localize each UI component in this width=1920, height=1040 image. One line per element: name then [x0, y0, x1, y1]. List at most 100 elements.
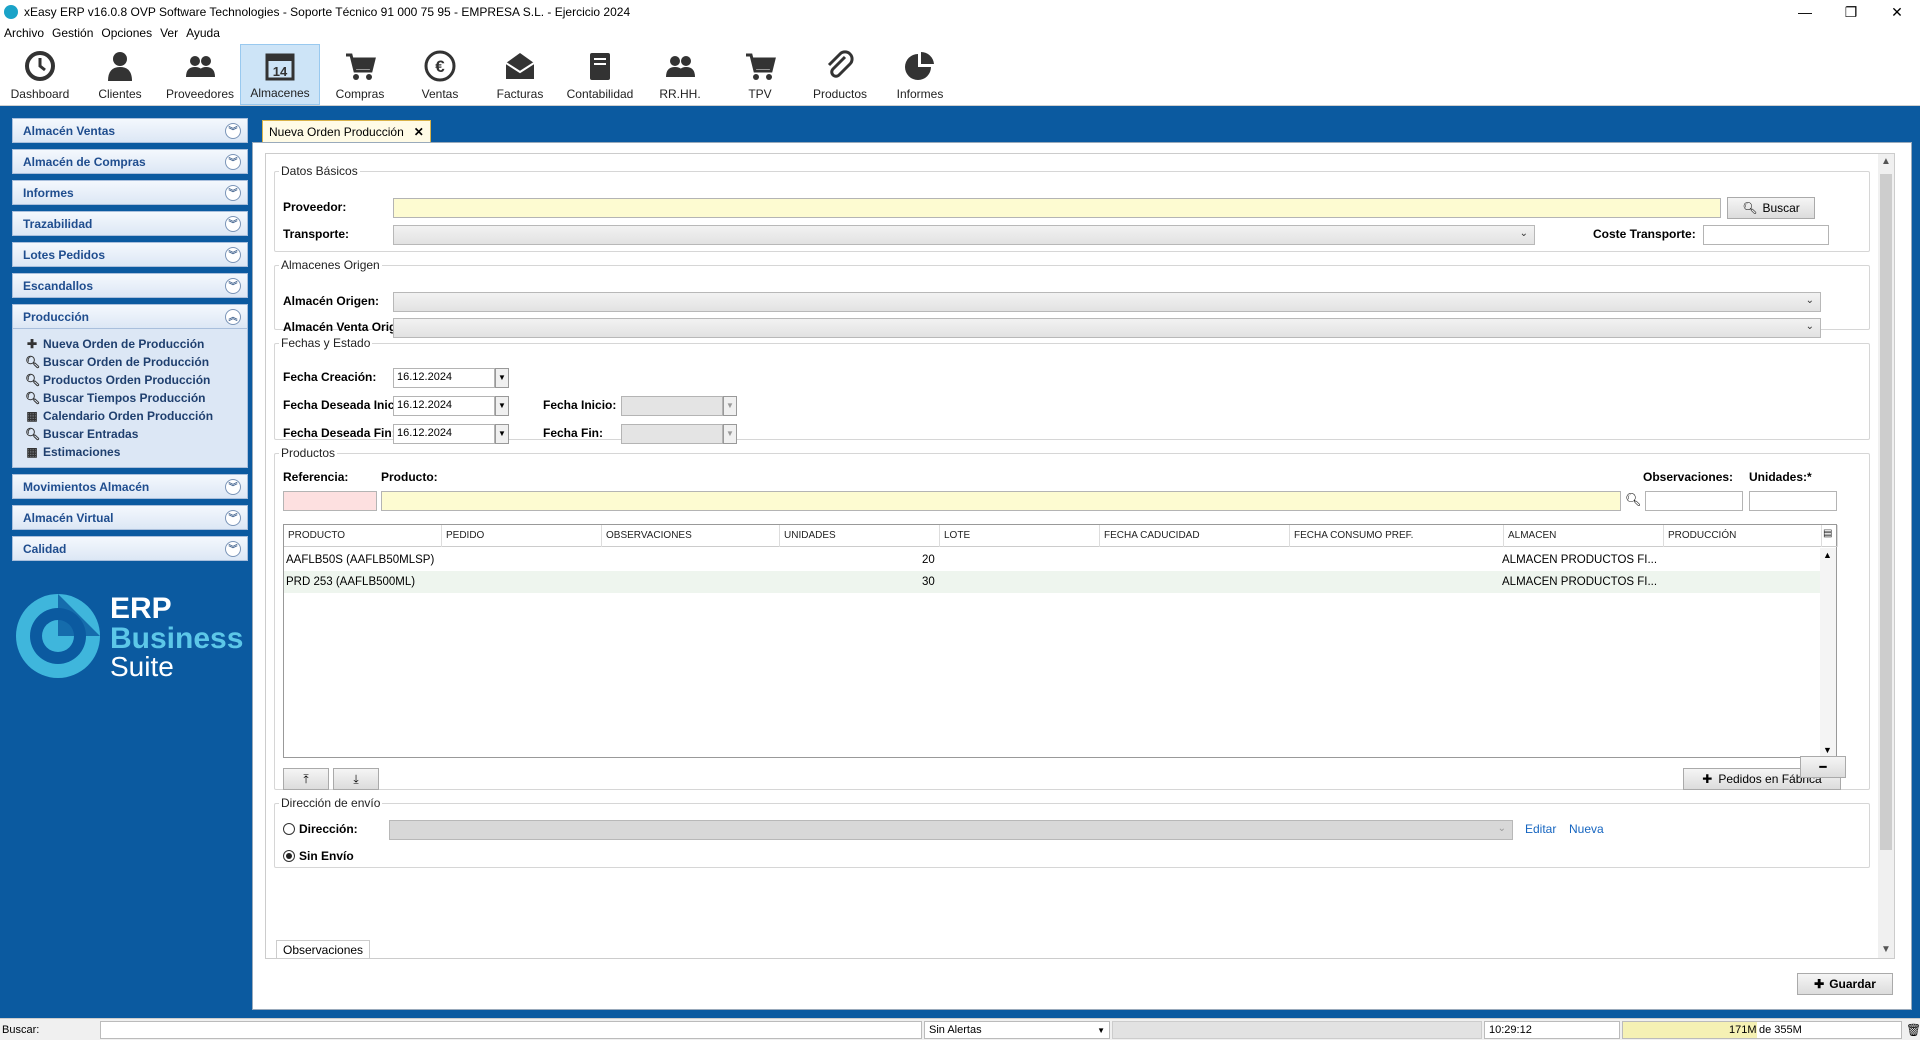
minimize-button[interactable]: —: [1782, 0, 1828, 24]
sidebar-section-almacen-compras[interactable]: Almacén de Compras ︾: [12, 149, 248, 174]
menu-gestion[interactable]: Gestión: [52, 26, 93, 40]
sidebar-section-label: Escandallos: [23, 278, 94, 293]
coste-transporte-input[interactable]: [1703, 225, 1829, 245]
toolbar-tpv[interactable]: TPV: [720, 44, 800, 105]
direccion-select[interactable]: ⌄: [389, 820, 1513, 840]
sidebar-section-label: Informes: [23, 185, 74, 200]
restore-button[interactable]: ❐: [1828, 0, 1874, 24]
producto-input[interactable]: [381, 491, 1621, 511]
scroll-thumb[interactable]: [1880, 174, 1892, 850]
direccion-radio[interactable]: [283, 823, 295, 835]
toolbar-informes[interactable]: Informes: [880, 44, 960, 105]
toolbar-dashboard[interactable]: Dashboard: [0, 44, 80, 105]
group-title: Datos Básicos: [281, 164, 358, 178]
sidebar-section-trazabilidad[interactable]: Trazabilidad ︾: [12, 211, 248, 236]
column-header[interactable]: PEDIDO: [442, 525, 602, 547]
sidebar-item-label: Buscar Tiempos Producción: [43, 391, 206, 405]
sidebar-item-nueva-orden[interactable]: ✚ Nueva Orden de Producción: [25, 335, 247, 353]
sidebar-section-lotes-pedidos[interactable]: Lotes Pedidos ︾: [12, 242, 248, 267]
toolbar-productos[interactable]: Productos: [800, 44, 880, 105]
fecha-fin-input[interactable]: [621, 424, 723, 444]
remove-row-button[interactable]: ━: [1800, 756, 1846, 778]
toolbar-ventas[interactable]: € Ventas: [400, 44, 480, 105]
move-bottom-button[interactable]: ⤓: [333, 768, 379, 790]
sidebar-section-informes[interactable]: Informes ︾: [12, 180, 248, 205]
sidebar-section-escandallos[interactable]: Escandallos ︾: [12, 273, 248, 298]
almacen-venta-origen-select[interactable]: ⌄: [393, 318, 1821, 338]
menu-opciones[interactable]: Opciones: [101, 26, 152, 40]
menu-archivo[interactable]: Archivo: [4, 26, 44, 40]
menu-ayuda[interactable]: Ayuda: [186, 26, 220, 40]
fecha-creacion-input[interactable]: 16.12.2024: [393, 368, 495, 388]
calendar-dropdown-icon[interactable]: ▼: [495, 368, 509, 388]
column-header[interactable]: FECHA CONSUMO PREF.: [1290, 525, 1504, 547]
search-icon[interactable]: 🔍︎: [1625, 492, 1642, 508]
calendar-dropdown-icon[interactable]: ▼: [495, 396, 509, 416]
sin-envio-radio[interactable]: [283, 850, 295, 862]
calendar-dropdown-icon[interactable]: ▼: [495, 424, 509, 444]
table-row[interactable]: PRD 253 (AAFLB500ML) 30 ALMACEN PRODUCTO…: [284, 571, 1820, 593]
tab-nueva-orden[interactable]: Nueva Orden Producción ✕: [262, 120, 431, 142]
sidebar-item-estimaciones[interactable]: ▦ Estimaciones: [25, 443, 247, 461]
column-header[interactable]: ALMACEN: [1504, 525, 1664, 547]
trash-icon[interactable]: 🗑︎: [1906, 1021, 1920, 1039]
sidebar-section-almacen-virtual[interactable]: Almacén Virtual ︾: [12, 505, 248, 530]
status-buscar-input[interactable]: [100, 1021, 922, 1039]
menu-ver[interactable]: Ver: [160, 26, 178, 40]
calendar-dropdown-icon[interactable]: ▼: [723, 424, 737, 444]
toolbar-facturas[interactable]: Facturas: [480, 44, 560, 105]
form-scrollbar[interactable]: ▲ ▼: [1878, 154, 1894, 958]
column-header[interactable]: OBSERVACIONES: [602, 525, 780, 547]
proveedor-input[interactable]: [393, 198, 1721, 218]
unidades-input[interactable]: [1749, 491, 1837, 511]
column-header[interactable]: PRODUCCIÓN: [1664, 525, 1822, 547]
close-button[interactable]: ✕: [1874, 0, 1920, 24]
move-top-button[interactable]: ⤒: [283, 768, 329, 790]
chevron-down-icon[interactable]: ▼: [1878, 942, 1894, 958]
fecha-deseada-inicio-input[interactable]: 16.12.2024: [393, 396, 495, 416]
toolbar-clientes[interactable]: Clientes: [80, 44, 160, 105]
chevron-up-icon[interactable]: ▲: [1823, 550, 1832, 560]
referencia-input[interactable]: [283, 491, 377, 511]
brand-suite-text: Suite: [110, 651, 174, 682]
buscar-button[interactable]: 🔍︎ Buscar: [1727, 197, 1815, 219]
sidebar-section-almacen-ventas[interactable]: Almacén Ventas ︾: [12, 118, 248, 143]
sidebar-item-buscar-tiempos[interactable]: 🔍︎ Buscar Tiempos Producción: [25, 389, 247, 407]
fecha-inicio-input[interactable]: [621, 396, 723, 416]
observaciones-tab[interactable]: Observaciones: [276, 940, 371, 958]
observaciones-input[interactable]: [1645, 491, 1743, 511]
memory-indicator[interactable]: 171M de 355M: [1622, 1021, 1902, 1039]
toolbar-compras[interactable]: Compras: [320, 44, 400, 105]
toolbar-contabilidad[interactable]: Contabilidad: [560, 44, 640, 105]
sidebar-item-calendario[interactable]: ▦ Calendario Orden Producción: [25, 407, 247, 425]
column-header[interactable]: PRODUCTO: [284, 525, 442, 547]
sidebar-section-produccion[interactable]: Producción ︽: [12, 304, 248, 329]
toolbar-proveedores[interactable]: Proveedores: [160, 44, 240, 105]
calendar-dropdown-icon[interactable]: ▼: [723, 396, 737, 416]
close-tab-icon[interactable]: ✕: [414, 125, 424, 139]
sidebar-section-calidad[interactable]: Calidad ︾: [12, 536, 248, 561]
toolbar-almacenes[interactable]: 14 Almacenes: [240, 44, 320, 105]
alertas-select[interactable]: Sin Alertas ▼: [924, 1021, 1110, 1039]
column-header[interactable]: UNIDADES: [780, 525, 940, 547]
column-header[interactable]: LOTE: [940, 525, 1100, 547]
chevron-up-icon[interactable]: ▲: [1878, 154, 1894, 170]
person-icon: [108, 52, 132, 81]
sidebar-item-productos-orden[interactable]: 🔍︎ Productos Orden Producción: [25, 371, 247, 389]
main-toolbar: Dashboard Clientes Proveedores 14 Almace…: [0, 44, 1920, 106]
column-chooser-icon[interactable]: ▤: [1822, 525, 1838, 547]
almacen-origen-select[interactable]: ⌄: [393, 292, 1821, 312]
toolbar-rrhh[interactable]: RR.HH.: [640, 44, 720, 105]
sidebar-item-buscar-orden[interactable]: 🔍︎ Buscar Orden de Producción: [25, 353, 247, 371]
table-scrollbar[interactable]: ▲ ▼: [1820, 548, 1836, 757]
table-row[interactable]: AAFLB50S (AAFLB50MLSP) 20 ALMACEN PRODUC…: [284, 549, 1820, 571]
guardar-button[interactable]: ✚ Guardar: [1797, 973, 1893, 995]
sidebar-section-movimientos[interactable]: Movimientos Almacén ︾: [12, 474, 248, 499]
chevron-down-icon[interactable]: ▼: [1823, 745, 1832, 755]
nueva-link[interactable]: Nueva: [1569, 822, 1604, 836]
editar-link[interactable]: Editar: [1525, 822, 1556, 836]
fecha-deseada-fin-input[interactable]: 16.12.2024: [393, 424, 495, 444]
column-header[interactable]: FECHA CADUCIDAD: [1100, 525, 1290, 547]
sidebar-item-buscar-entradas[interactable]: 🔍︎ Buscar Entradas: [25, 425, 247, 443]
transporte-select[interactable]: ⌄: [393, 225, 1535, 245]
